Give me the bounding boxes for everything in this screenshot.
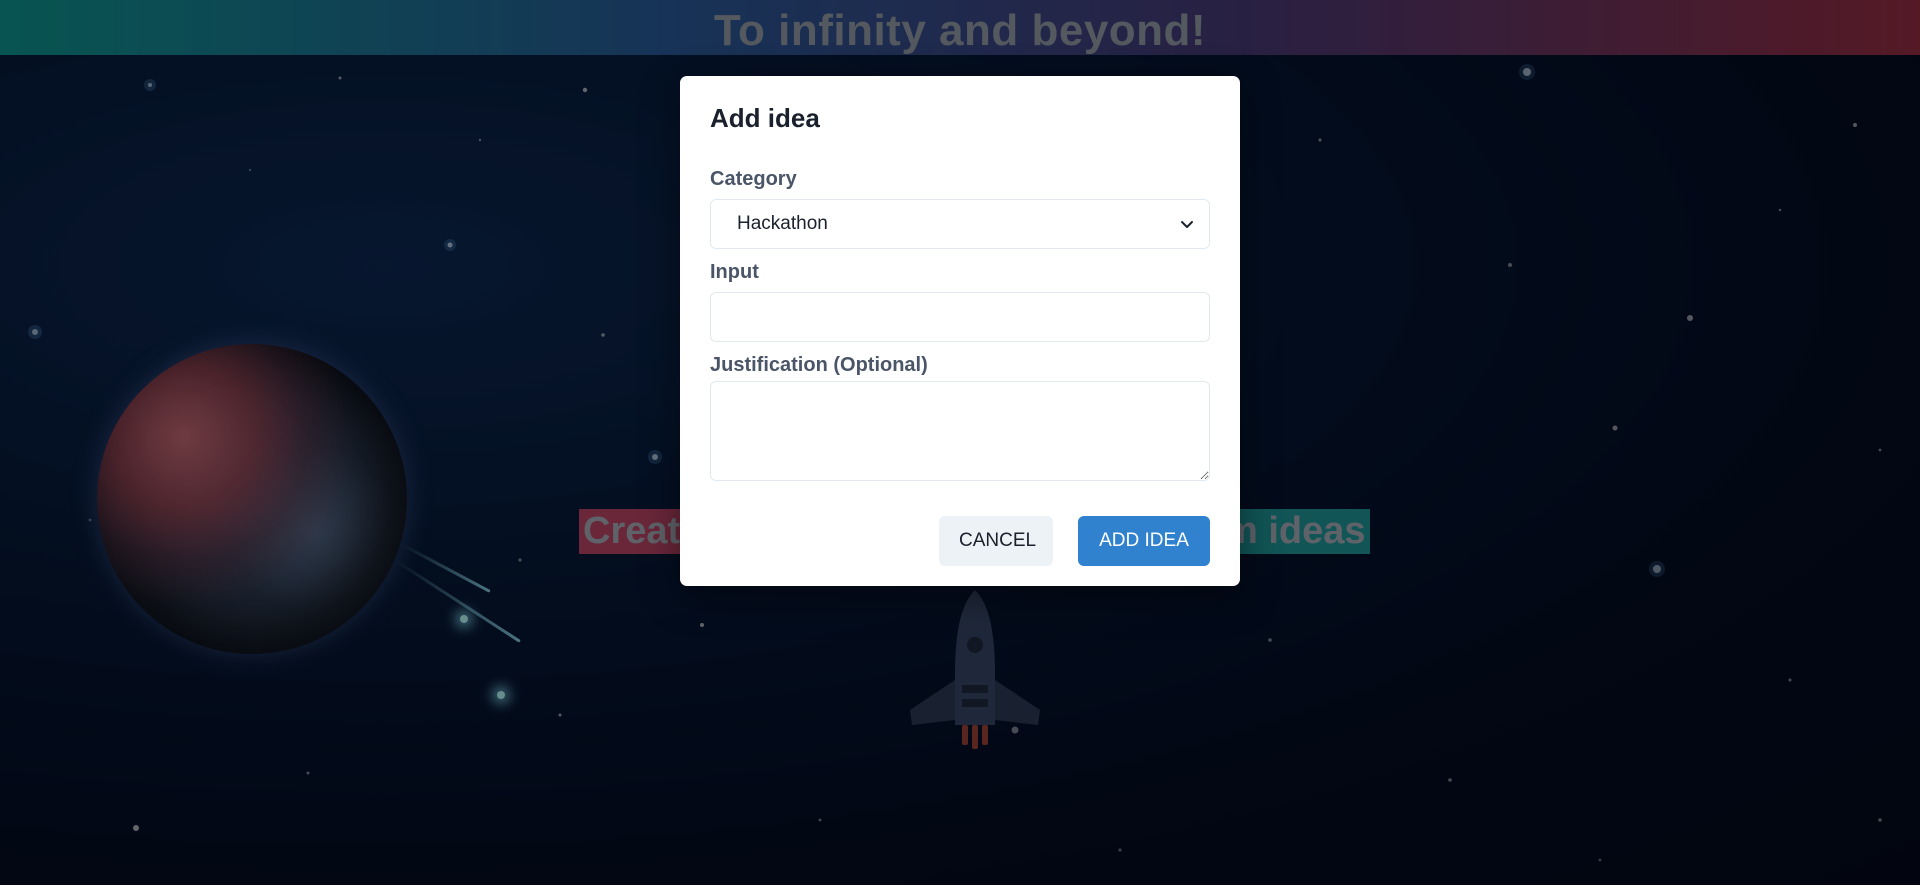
add-idea-button[interactable]: ADD IDEA [1078,516,1210,566]
category-label: Category [710,168,797,190]
justification-label: Justification (Optional) [710,354,928,376]
dialog-footer: CANCEL ADD IDEA [939,516,1210,566]
category-select[interactable]: Hackathon [710,199,1210,249]
input-label: Input [710,261,759,283]
idea-input-field[interactable] [710,292,1210,342]
dialog-title: Add idea [710,103,820,133]
category-selected-value: Hackathon [737,213,828,234]
add-idea-dialog: Add idea Category Hackathon Input Justif… [680,76,1240,586]
justification-textarea[interactable] [710,381,1210,481]
cancel-button[interactable]: CANCEL [939,516,1053,566]
chevron-down-icon [1181,221,1193,228]
